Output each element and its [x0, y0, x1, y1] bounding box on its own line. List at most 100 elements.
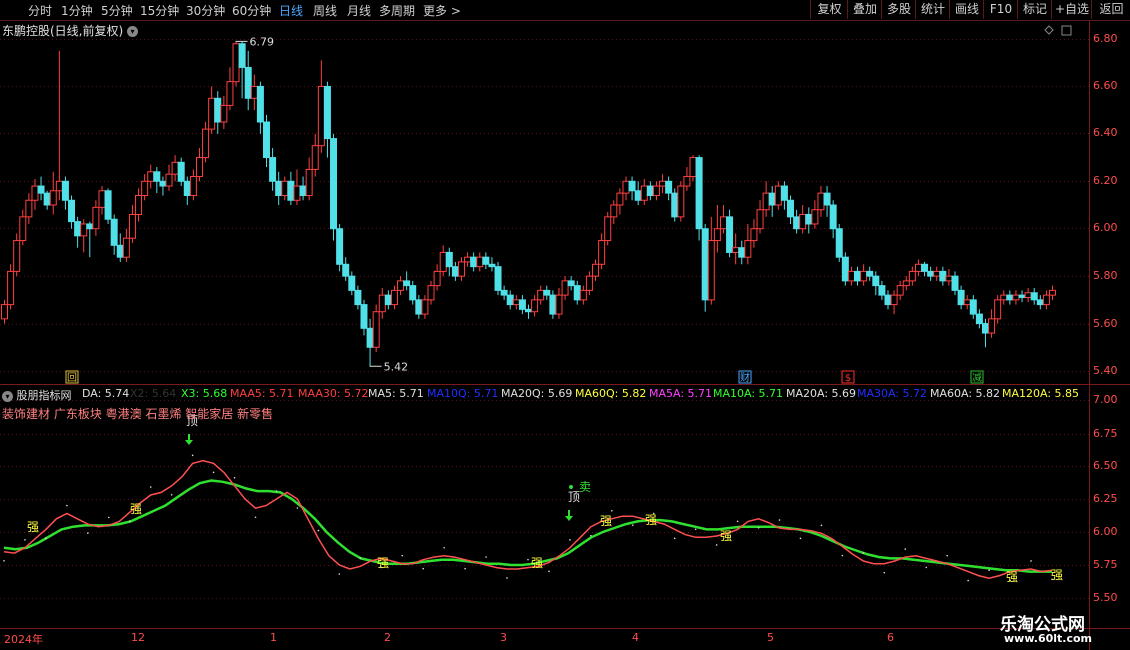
low-label: 5.42	[384, 360, 409, 373]
candle-down	[1036, 299, 1044, 306]
indicator-dot	[3, 560, 5, 562]
candle-down	[415, 299, 423, 315]
candle-up	[1012, 294, 1020, 301]
indicator-dot	[170, 494, 173, 496]
indicator-dot	[24, 539, 26, 541]
candle-down	[969, 299, 977, 315]
candle-down	[384, 294, 392, 306]
candle-down	[500, 289, 508, 296]
indicator-dot	[527, 558, 529, 561]
indicator-dot	[485, 556, 487, 558]
indicator-value-1: X2: 5.64	[130, 387, 177, 400]
candle-down	[269, 157, 277, 182]
candle-down	[110, 218, 118, 246]
candle-up	[202, 128, 210, 159]
candle-down	[884, 294, 892, 306]
candle-up	[457, 261, 465, 277]
event-marker: 财	[740, 371, 750, 384]
indicator-value-5: MA5: 5.71	[368, 387, 424, 400]
indicator-tick-label: 6.50	[1093, 459, 1118, 472]
candle-up	[250, 85, 258, 99]
date-tick-label: 2024年	[4, 633, 43, 646]
candle-up	[98, 190, 106, 208]
candle-up	[537, 289, 545, 301]
candle-down	[981, 323, 989, 334]
candle-up	[1, 304, 8, 320]
signal-strong: 强	[377, 556, 389, 570]
candle-up	[317, 85, 325, 147]
candle-up	[1042, 294, 1050, 306]
candle-down	[506, 294, 514, 306]
candle-down	[1030, 292, 1038, 301]
chevron-down-icon[interactable]: ▾	[2, 390, 13, 402]
candle-up	[378, 294, 386, 313]
candle-down	[43, 192, 51, 206]
candle-down	[403, 280, 411, 287]
candle-up	[988, 318, 996, 334]
candle-down	[342, 263, 350, 277]
indicator-dot	[359, 557, 362, 560]
indicator-dot	[715, 544, 718, 546]
candle-up	[7, 270, 15, 306]
candle-down	[671, 192, 679, 218]
diamond-icon	[1044, 25, 1054, 35]
candle-down	[780, 185, 788, 201]
candle-down	[183, 180, 191, 197]
candle-up	[908, 270, 916, 282]
candle-up	[817, 192, 825, 211]
candle-down	[360, 304, 368, 329]
candle-down	[805, 213, 813, 225]
candle-up	[610, 204, 618, 218]
price-tick-label: 6.80	[1093, 32, 1118, 45]
candle-up	[25, 199, 33, 218]
candle-up	[128, 213, 136, 239]
candle-down	[878, 285, 886, 296]
candle-down	[74, 221, 82, 237]
candle-up	[561, 280, 569, 296]
candle-down	[86, 223, 94, 230]
candle-down	[567, 280, 575, 287]
candle-down	[518, 299, 526, 310]
candle-down	[104, 190, 112, 220]
indicator-header: ▾ 股朋指标网	[2, 387, 72, 403]
candle-up	[49, 190, 57, 206]
signal-strong: 强	[720, 529, 732, 543]
date-tick-label: 1	[270, 631, 277, 644]
candle-up	[750, 228, 758, 242]
candle-up	[713, 228, 721, 242]
indicator-tick-label: 6.25	[1093, 492, 1118, 505]
candle-down	[738, 247, 746, 258]
indicator-value-9: MA5A: 5.71	[649, 387, 713, 400]
candle-up	[135, 195, 143, 215]
candle-down	[975, 313, 983, 325]
indicator-value-4: MAA30: 5.72	[298, 387, 369, 400]
indicator-dot	[212, 471, 215, 474]
indicator-dot	[569, 539, 571, 541]
chart-canvas[interactable]: 6.795.42回财 $ 减顶顶卖强强强 强强 强强强强	[0, 0, 1130, 650]
price-tick-label: 5.60	[1093, 317, 1118, 330]
candle-up	[305, 168, 313, 197]
indicator-dot	[694, 528, 697, 531]
indicator-dot	[862, 552, 865, 554]
indicator-name[interactable]: 股朋指标网	[17, 389, 72, 402]
event-marker: 回	[67, 372, 77, 384]
candle-up	[141, 180, 149, 197]
candle-up	[232, 43, 240, 83]
indicator-dot	[317, 529, 320, 532]
indicator-dot	[904, 548, 907, 550]
indicator-dot	[925, 566, 928, 569]
candle-down	[256, 85, 264, 123]
indicator-tick-label: 7.00	[1093, 393, 1118, 406]
indicator-dot	[275, 490, 278, 492]
signal-strong: 强	[600, 514, 612, 528]
candle-down	[921, 263, 929, 272]
candle-up	[799, 213, 807, 230]
indicator-dot	[401, 554, 404, 557]
candle-up	[933, 270, 941, 277]
candle-up	[902, 280, 910, 287]
candle-up	[476, 256, 484, 268]
down-arrow-icon	[185, 434, 193, 445]
candle-down	[159, 180, 167, 187]
candle-down	[366, 327, 374, 348]
signal-strong: 强	[130, 502, 142, 516]
